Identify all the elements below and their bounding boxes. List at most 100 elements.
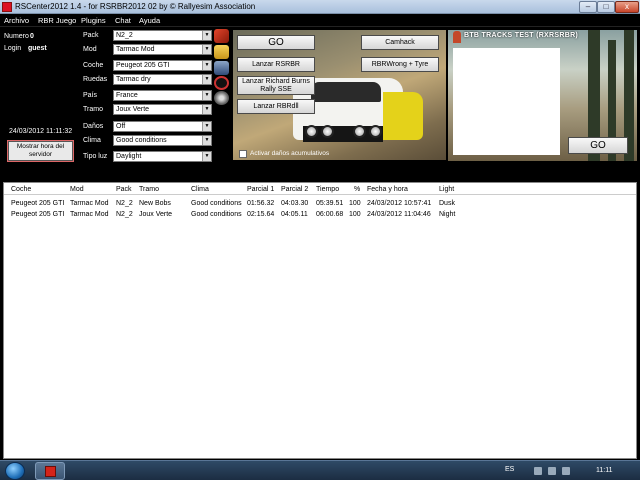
car-windshield xyxy=(311,82,381,102)
maximize-button[interactable]: □ xyxy=(597,1,615,13)
cell-tramo: Joux Verte xyxy=(139,211,173,218)
pais-label: País xyxy=(83,92,98,99)
lanzar-rsrbr-button[interactable]: Lanzar RSRBR xyxy=(237,57,315,72)
clima-label: Clima xyxy=(83,137,101,144)
chevron-down-icon: ▼ xyxy=(202,91,211,100)
numero-value: 0 xyxy=(30,33,34,40)
activar-danos-row[interactable]: Activar daños acumulativos xyxy=(239,149,369,160)
clima-select[interactable]: Good conditions ▼ xyxy=(113,135,212,146)
col-tiempo[interactable]: Tiempo xyxy=(316,186,339,193)
cube-icon[interactable] xyxy=(214,29,229,43)
table-row[interactable]: Peugeot 205 GTI Tarmac Mod N2_2 Joux Ver… xyxy=(4,210,636,221)
server-time-line2: servidor xyxy=(28,151,53,158)
col-pack[interactable]: Pack xyxy=(116,186,132,193)
cell-mod: Tarmac Mod xyxy=(70,200,109,207)
chevron-down-icon: ▼ xyxy=(202,152,211,161)
tray-flag-icon[interactable] xyxy=(534,467,542,475)
app-icon xyxy=(2,2,12,12)
col-tramo[interactable]: Tramo xyxy=(139,186,159,193)
lanzar-rb-line2: Rally SSE xyxy=(260,86,292,93)
pack-label: Pack xyxy=(83,32,99,39)
cell-parcial1: 02:15.64 xyxy=(247,211,275,218)
cell-parcial1: 01:56.32 xyxy=(247,200,275,207)
windows-start-icon[interactable] xyxy=(5,462,25,480)
cell-percent: 100 xyxy=(349,200,361,207)
tracks-go-button[interactable]: GO xyxy=(568,137,628,154)
col-clima[interactable]: Clima xyxy=(191,186,209,193)
tramo-value: Joux Verte xyxy=(116,106,150,113)
car-light xyxy=(353,125,366,138)
camhack-button[interactable]: Camhack xyxy=(361,35,439,50)
lanzar-richard-burns-button[interactable]: Lanzar Richard Burns Rally SSE xyxy=(237,76,315,95)
cell-parcial2: 04:05.11 xyxy=(281,211,308,218)
chevron-down-icon: ▼ xyxy=(202,45,211,54)
cell-pack: N2_2 xyxy=(116,211,133,218)
globe-icon[interactable] xyxy=(214,76,229,90)
tray-network-icon[interactable] xyxy=(548,467,556,475)
coche-value: Peugeot 205 GTI xyxy=(116,62,170,69)
taskbar-clock[interactable]: 11:11 xyxy=(596,467,612,474)
danos-value: Off xyxy=(116,123,126,130)
col-parcial2[interactable]: Parcial 2 xyxy=(281,186,308,193)
tramo-select[interactable]: Joux Verte ▼ xyxy=(113,104,212,115)
chevron-down-icon: ▼ xyxy=(202,136,211,145)
col-parcial1[interactable]: Parcial 1 xyxy=(247,186,274,193)
datetime-display: 24/03/2012 11:11:32 xyxy=(9,128,73,135)
activar-danos-checkbox[interactable] xyxy=(239,150,247,158)
cell-mod: Tarmac Mod xyxy=(70,211,109,218)
table-row[interactable]: Peugeot 205 GTI Tarmac Mod N2_2 New Bobs… xyxy=(4,199,636,210)
col-mod[interactable]: Mod xyxy=(70,186,84,193)
menu-ayuda[interactable]: Ayuda xyxy=(139,16,160,25)
numero-label: Numero xyxy=(4,33,29,40)
tipoluz-value: Daylight xyxy=(116,153,142,160)
coche-label: Coche xyxy=(83,62,104,69)
pais-value: France xyxy=(116,92,138,99)
tray-volume-icon[interactable] xyxy=(562,467,570,475)
ruedas-select[interactable]: Tarmac dry ▼ xyxy=(113,74,212,85)
menu-rbr-juego[interactable]: RBR Juego xyxy=(38,16,76,25)
rbrwrong-tyre-button[interactable]: RBRWrong + Tyre xyxy=(361,57,439,72)
pais-select[interactable]: France ▼ xyxy=(113,90,212,101)
pack-value: N2_2 xyxy=(116,32,133,39)
mod-value: Tarmac Mod xyxy=(116,46,155,53)
cell-light: Dusk xyxy=(439,200,455,207)
car-light xyxy=(321,125,334,138)
mod-select[interactable]: Tarmac Mod ▼ xyxy=(113,44,212,55)
menu-chat[interactable]: Chat xyxy=(115,16,131,25)
language-indicator[interactable]: ES xyxy=(505,466,514,473)
clima-value: Good conditions xyxy=(116,137,167,144)
cell-percent: 100 xyxy=(349,211,361,218)
col-fecha-hora[interactable]: Fecha y hora xyxy=(367,186,408,193)
pack-select[interactable]: N2_2 ▼ xyxy=(113,30,212,41)
folder-icon[interactable] xyxy=(214,45,229,59)
danos-select[interactable]: Off ▼ xyxy=(113,121,212,132)
car-light xyxy=(305,125,318,138)
col-coche[interactable]: Coche xyxy=(11,186,31,193)
activar-danos-label: Activar daños acumulativos xyxy=(250,150,330,157)
col-light[interactable]: Light xyxy=(439,186,454,193)
car-light xyxy=(369,125,382,138)
taskbar-app-button[interactable] xyxy=(35,462,65,480)
tipoluz-select[interactable]: Daylight ▼ xyxy=(113,151,212,162)
cell-tramo: New Bobs xyxy=(139,200,171,207)
lanzar-rb-line1: Lanzar Richard Burns xyxy=(242,78,310,85)
cell-coche: Peugeot 205 GTI xyxy=(11,211,65,218)
lanzar-rbrdll-button[interactable]: Lanzar RBRdll xyxy=(237,99,315,114)
tools-icon[interactable] xyxy=(214,61,229,75)
server-time-line1: Mostrar hora del xyxy=(16,143,65,150)
minimize-button[interactable]: – xyxy=(579,1,597,13)
go-button[interactable]: GO xyxy=(237,35,315,50)
col-percent[interactable]: % xyxy=(354,186,360,193)
danos-label: Daños xyxy=(83,123,104,130)
results-table: Coche Mod Pack Tramo Clima Parcial 1 Par… xyxy=(3,182,637,459)
ruedas-value: Tarmac dry xyxy=(116,76,151,83)
tracks-test-content xyxy=(453,48,560,155)
mod-label: Mod xyxy=(83,46,97,53)
show-server-time-button[interactable]: Mostrar hora del servidor xyxy=(7,140,74,162)
login-label: Login xyxy=(4,45,22,52)
menu-plugins[interactable]: Plugins xyxy=(81,16,106,25)
coche-select[interactable]: Peugeot 205 GTI ▼ xyxy=(113,60,212,71)
menu-archivo[interactable]: Archivo xyxy=(4,16,29,25)
disc-icon[interactable] xyxy=(214,91,229,105)
close-button[interactable]: x xyxy=(615,1,639,13)
